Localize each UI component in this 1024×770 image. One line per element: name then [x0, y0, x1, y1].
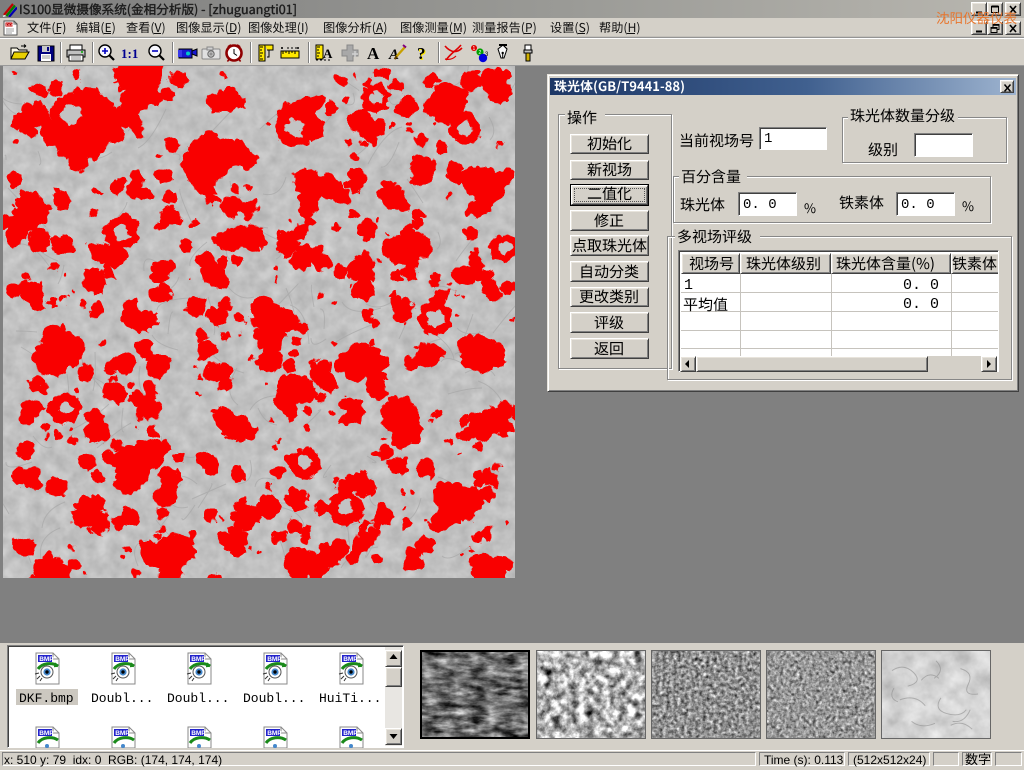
svg-text:?: ?	[417, 44, 426, 63]
svg-text:BMP: BMP	[343, 730, 358, 737]
svg-text:BMP: BMP	[115, 730, 130, 737]
svg-text:BMP: BMP	[115, 656, 130, 663]
svg-text:A: A	[323, 46, 333, 61]
svg-text:BMP: BMP	[191, 656, 206, 663]
svg-text:1:1: 1:1	[121, 46, 138, 61]
svg-text:BMP: BMP	[267, 730, 282, 737]
svg-text:BMP: BMP	[343, 656, 358, 663]
svg-text:DOC: DOC	[6, 22, 15, 27]
svg-text:BMP: BMP	[191, 730, 206, 737]
svg-text:2: 2	[479, 50, 482, 56]
svg-text:BMP: BMP	[39, 730, 54, 737]
svg-text:3: 3	[485, 52, 489, 58]
svg-text:BMP: BMP	[39, 656, 54, 663]
svg-text:BMP: BMP	[267, 656, 282, 663]
svg-text:A: A	[367, 44, 380, 63]
svg-text:1: 1	[473, 46, 476, 52]
